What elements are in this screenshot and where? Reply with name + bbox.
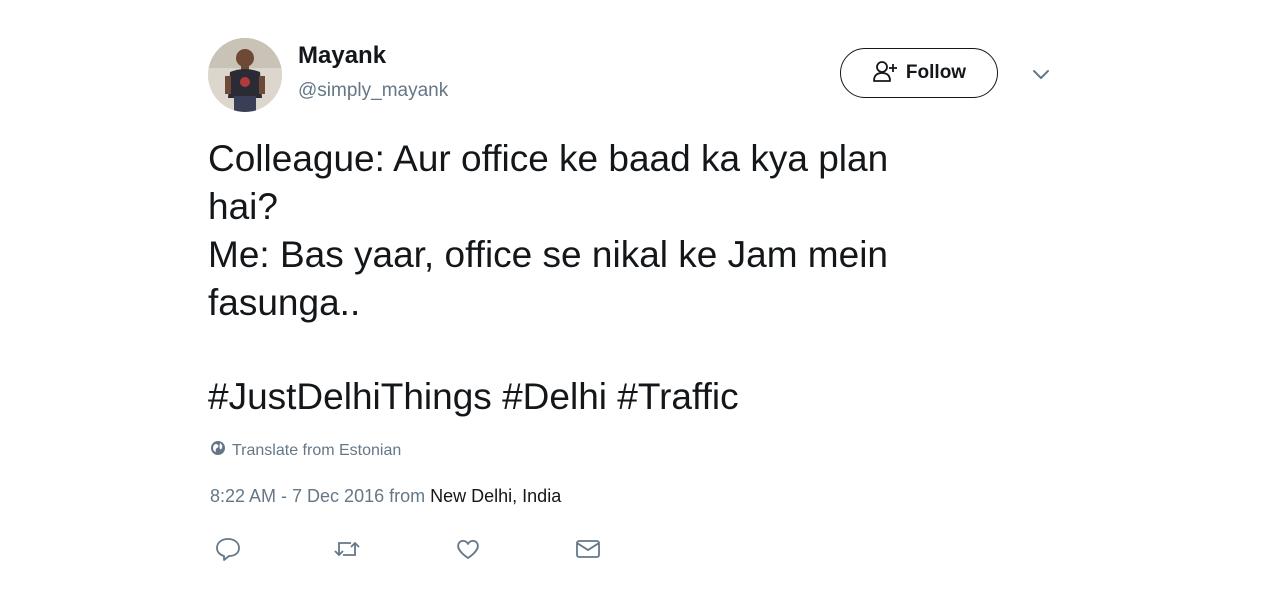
hashtag-link[interactable]: #Delhi — [502, 376, 607, 417]
hashtag-list: #JustDelhiThings #Delhi #Traffic — [208, 373, 739, 421]
from-label: from — [389, 486, 426, 506]
location-link[interactable]: New Delhi, India — [430, 486, 561, 506]
tweet-line: fasunga.. — [208, 282, 361, 323]
globe-icon — [210, 440, 226, 461]
chevron-down-icon[interactable] — [1030, 66, 1052, 84]
hashtag-link[interactable]: #Traffic — [617, 376, 738, 417]
user-handle[interactable]: @simply_mayank — [298, 80, 448, 102]
user-display-name[interactable]: Mayank — [298, 42, 386, 70]
heart-icon[interactable] — [454, 536, 482, 562]
timestamp[interactable]: 8:22 AM - 7 Dec 2016 — [210, 486, 384, 506]
tweet-line: hai? — [208, 186, 278, 227]
mail-icon[interactable] — [574, 536, 602, 562]
avatar[interactable] — [208, 38, 282, 112]
translate-label: Translate from Estonian — [232, 441, 402, 459]
hashtag-link[interactable]: #JustDelhiThings — [208, 376, 492, 417]
translate-link[interactable]: Translate from Estonian — [210, 440, 401, 461]
tweet-line: Me: Bas yaar, office se nikal ke Jam mei… — [208, 234, 889, 275]
tweet-card: Mayank @simply_mayank Follow Colleague: … — [0, 0, 1280, 602]
retweet-icon[interactable] — [333, 536, 361, 562]
tweet-metadata: 8:22 AM - 7 Dec 2016 from New Delhi, Ind… — [210, 486, 561, 507]
add-user-icon — [872, 59, 898, 88]
tweet-actions — [0, 536, 1280, 564]
tweet-text: Colleague: Aur office ke baad ka kya pla… — [208, 135, 1008, 327]
tweet-line: Colleague: Aur office ke baad ka kya pla… — [208, 138, 889, 179]
follow-button[interactable]: Follow — [840, 48, 998, 98]
follow-button-label: Follow — [905, 62, 967, 83]
reply-icon[interactable] — [214, 536, 242, 562]
